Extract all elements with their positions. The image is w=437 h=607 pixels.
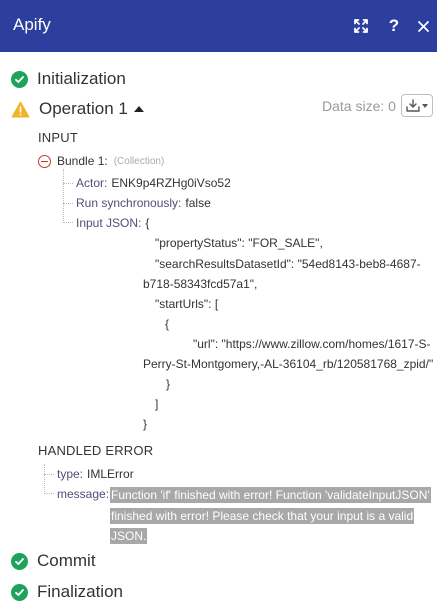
error-message: Function 'if' finished with error! Funct… [110,485,432,547]
json-line: ] [155,397,159,411]
tree-connector [44,464,45,494]
step-commit[interactable]: Commit [11,551,96,571]
json-line: { [145,216,150,230]
window-title: Apify [13,15,51,34]
field-input-json: Input JSON:{ [76,216,149,230]
json-line: Perry-St-Montgomery,-AL-36104_rb/1205817… [143,357,434,371]
data-size: Data size: 0 [322,98,396,114]
json-line: "propertyStatus": "FOR_SALE", [155,236,323,250]
json-line: "searchResultsDatasetId": "54ed8143-beb8… [155,257,421,271]
bundle-row[interactable]: Bundle 1: (Collection) [38,154,164,168]
field-key: Run synchronously: [76,196,182,210]
handled-error-title: HANDLED ERROR [38,443,154,458]
json-line: b718-58343fcd57a1", [143,277,258,291]
check-circle-icon [11,552,28,570]
json-line: { [165,317,170,331]
step-label: Operation 1 [39,99,128,118]
tree-connector [44,493,54,494]
field-key: type: [57,467,84,481]
field-value: ENK9p4RZHg0iVso52 [111,176,231,190]
expand-icon[interactable] [351,15,371,37]
step-label: Finalization [37,582,123,601]
step-operation[interactable]: Operation 1 [11,99,144,119]
check-circle-icon [11,70,28,88]
bundle-name: Bundle 1: [57,154,108,168]
step-label: Commit [37,551,96,570]
error-type: type: IMLError [57,467,134,481]
json-line: "startUrls": [ [155,297,219,311]
field-actor: Actor: ENK9p4RZHg0iVso52 [76,176,231,190]
field-key: message: [57,487,110,501]
warning-icon [11,101,30,117]
field-value: IMLError [87,467,134,481]
input-section-title: INPUT [38,130,78,145]
field-key: Input JSON: [76,216,142,230]
step-finalization[interactable]: Finalization [11,582,123,602]
check-circle-icon [11,583,28,601]
close-icon[interactable] [413,15,433,37]
field-run-synchronously: Run synchronously: false [76,196,211,210]
json-line: } [166,377,171,391]
error-message-key: message: [57,487,109,501]
tree-connector [63,169,64,223]
tree-connector [63,183,73,184]
json-line: } [143,417,148,431]
tree-connector [44,474,54,475]
title-bar: Apify ? [0,0,437,52]
tree-connector [63,203,73,204]
field-value: false [185,196,211,210]
download-button[interactable] [401,94,433,117]
collapse-caret-icon[interactable] [133,106,144,112]
step-initialization[interactable]: Initialization [11,69,126,89]
error-message-text: Function 'if' finished with error! Funct… [110,487,431,544]
tree-connector [63,222,73,223]
help-button[interactable]: ? [384,15,404,37]
download-icon [406,99,420,112]
step-label: Initialization [37,69,126,88]
bundle-type: (Collection) [113,155,165,167]
field-key: Actor: [76,176,108,190]
collapse-bundle-icon[interactable] [38,154,51,168]
json-line: "url": "https://www.zillow.com/homes/161… [193,337,431,351]
chevron-down-icon [422,103,428,108]
